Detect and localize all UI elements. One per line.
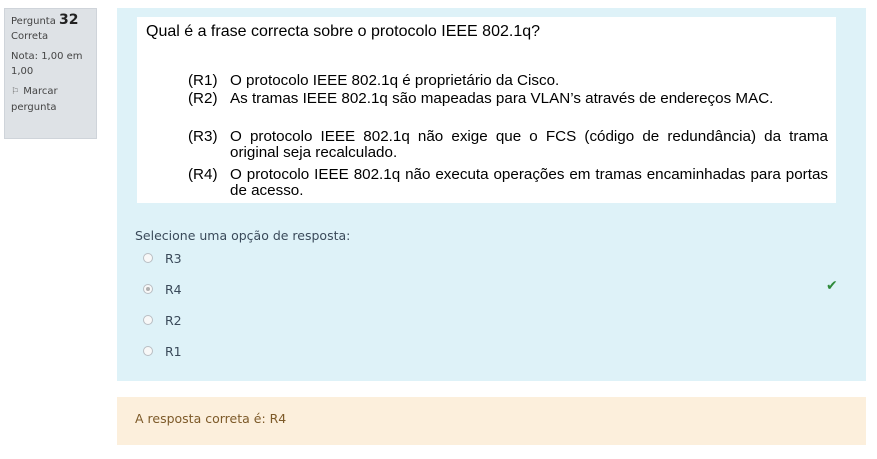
feedback-panel: A resposta correta é: R4 [117, 397, 866, 445]
statement-label: (R2) [188, 90, 218, 107]
answer-option-r1[interactable]: R1 [143, 342, 182, 360]
correct-answer-text: A resposta correta é: R4 [135, 411, 287, 426]
check-icon: ✔ [826, 278, 838, 294]
question-content: Qual é a frase correcta sobre o protocol… [117, 8, 866, 381]
statement-text: O protocolo IEEE 802.1q não executa oper… [230, 166, 828, 199]
answer-option-label: R2 [165, 312, 182, 328]
flag-question-button[interactable]: ⚐ Marcar pergunta [11, 84, 90, 115]
statement-text: O protocolo IEEE 802.1q não exige que o … [230, 128, 828, 161]
question-grade: Nota: 1,00 em 1,00 [11, 51, 83, 77]
answer-option-r2[interactable]: R2 [143, 311, 182, 329]
statement-r4: (R4) O protocolo IEEE 802.1q não executa… [188, 167, 828, 199]
flag-icon: ⚐ [11, 87, 20, 97]
answer-option-r3[interactable]: R3 [143, 249, 182, 267]
question-info-panel: Pergunta 32 Correta Nota: 1,00 em 1,00 ⚐… [4, 8, 97, 139]
question-number-label: Pergunta [11, 16, 56, 27]
statement-r3: (R3) O protocolo IEEE 802.1q não exige q… [188, 129, 828, 161]
radio-button[interactable] [143, 346, 153, 356]
statement-r2: (R2) As tramas IEEE 802.1q são mapeadas … [188, 91, 828, 107]
question-text-image: Qual é a frase correcta sobre o protocol… [137, 17, 836, 203]
statement-r1: (R1) O protocolo IEEE 802.1q é proprietá… [188, 73, 828, 89]
answer-option-label: R1 [165, 343, 182, 359]
radio-button-selected[interactable] [143, 284, 153, 294]
answer-option-label: R3 [165, 250, 182, 266]
question-title: Qual é a frase correcta sobre o protocol… [146, 23, 541, 40]
statement-label: (R3) [188, 128, 218, 145]
statement-label: (R4) [188, 166, 218, 183]
answer-option-r4[interactable]: R4 [143, 280, 182, 298]
radio-button[interactable] [143, 315, 153, 325]
statement-text: O protocolo IEEE 802.1q é proprietário d… [230, 72, 560, 89]
statement-text: As tramas IEEE 802.1q são mapeadas para … [230, 90, 774, 107]
radio-button[interactable] [143, 253, 153, 263]
question-number-value: 32 [59, 12, 79, 28]
answer-prompt: Selecione uma opção de resposta: [135, 228, 351, 243]
question-number: Pergunta 32 [11, 13, 90, 29]
statement-label: (R1) [188, 72, 218, 89]
question-state: Correta [11, 31, 49, 42]
answer-option-label: R4 [165, 281, 182, 297]
